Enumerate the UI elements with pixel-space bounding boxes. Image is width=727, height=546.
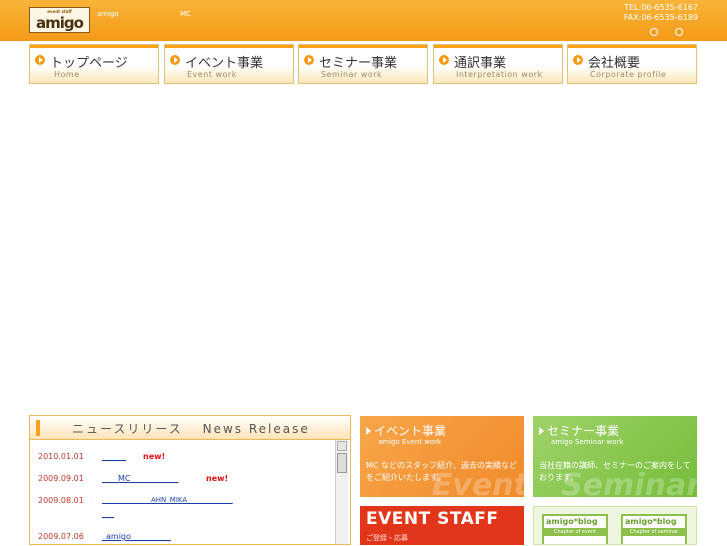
news-date: 2009.08.01 (38, 496, 84, 505)
event-work-banner[interactable]: Event イベント事業 amigo Event work MC などのスタッフ… (360, 416, 524, 497)
blog-card-subtitle: Chapter of seminar (623, 528, 685, 536)
news-date: 2009.07.06 (38, 532, 84, 541)
triangle-right-icon (366, 427, 371, 435)
nav-label-en: Corporate profile (590, 70, 667, 79)
nav-label-en: Home (54, 70, 80, 79)
blog-event-card[interactable]: amigo*blog Chapter of event (542, 514, 608, 544)
nav-topbar (30, 45, 158, 48)
event-staff-subtitle: ご登録・応募 (366, 534, 408, 542)
logo-text: amigo (36, 14, 84, 32)
banner-subtitle: amigo Event work (378, 438, 442, 446)
banner-subtitle: amigo Seminar work (551, 438, 624, 446)
circle-icon[interactable] (675, 28, 683, 36)
nav-corporate[interactable]: 会社概要 Corporate profile (567, 44, 697, 84)
news-title: ニュースリリース News Release (72, 422, 310, 436)
news-release-panel: ニュースリリース News Release 2010.01.01 ______ … (29, 415, 351, 545)
new-badge: new! (143, 452, 166, 461)
banner-description: 当社在籍の講師、セミナーのご案内をしております。 (539, 461, 691, 482)
nav-topbar (434, 45, 562, 48)
banner-description: MC などのスタッフ紹介、過去の実績などをご紹介いたします。 (366, 461, 518, 482)
news-list[interactable]: 2010.01.01 ______ new! 2009.09.01 ____MC… (30, 440, 335, 546)
arrow-right-icon (573, 55, 583, 65)
nav-seminar[interactable]: セミナー事業 Seminar work (298, 44, 428, 84)
news-date: 2010.01.01 (38, 452, 84, 461)
nav-label-jp: イベント事業 (185, 56, 264, 71)
fax-number: FAX:06-6535-6189 (623, 13, 698, 22)
nav-label-en: Event work (187, 70, 237, 79)
nav-topbar (165, 45, 293, 48)
news-link[interactable]: ______________AHN_MIKA_____________ (102, 496, 233, 504)
news-date: 2009.09.01 (38, 474, 84, 483)
nav-label-jp: 会社概要 (588, 56, 641, 71)
arrow-right-icon (170, 55, 180, 65)
triangle-right-icon (539, 427, 544, 435)
arrow-right-icon (439, 55, 449, 65)
scroll-up-icon[interactable] (337, 441, 347, 451)
blog-seminar-card[interactable]: amigo*blog Chapter of seminar (621, 514, 687, 544)
banner-title-row: イベント事業 (366, 422, 446, 439)
nav-home[interactable]: トップページ Home (29, 44, 159, 84)
blog-card-subtitle: Chapter of event (544, 528, 606, 536)
arrow-right-icon (35, 55, 45, 65)
news-header: ニュースリリース News Release (30, 416, 350, 440)
event-staff-banner[interactable]: EVENT STAFF ご登録・応募 (360, 506, 524, 545)
news-header-accent (36, 420, 40, 436)
banner-title-row: セミナー事業 (539, 422, 619, 439)
amigo-logo[interactable]: event staff amigo (29, 7, 90, 33)
arrow-right-icon (304, 55, 314, 65)
header-brand-text: amigo (97, 10, 119, 18)
news-link[interactable]: _amigo__________ (102, 532, 171, 541)
news-link-continued[interactable]: ___ (102, 509, 114, 518)
site-header: event staff amigo amigo MC TEL:06-6535-6… (0, 0, 727, 41)
nav-label-jp: トップページ (50, 56, 128, 71)
nav-label-en: Seminar work (321, 70, 383, 79)
nav-label-en: Interpretation work (456, 70, 543, 79)
circle-icon[interactable] (650, 28, 658, 36)
news-link[interactable]: ______ (102, 452, 126, 461)
scroll-thumb[interactable] (337, 453, 347, 473)
nav-topbar (299, 45, 427, 48)
contact-info: TEL:06-6535-6167 FAX:06-6535-6189 (624, 3, 698, 23)
news-scrollbar[interactable] (335, 440, 348, 544)
nav-event[interactable]: イベント事業 Event work (164, 44, 294, 84)
blog-banner: amigo*blog Chapter of event amigo*blog C… (533, 506, 697, 545)
banner-title: セミナー事業 (547, 424, 620, 438)
event-staff-title: EVENT STAFF (366, 509, 499, 529)
nav-label-jp: セミナー事業 (319, 56, 398, 71)
nav-interpretation[interactable]: 通訳事業 Interpretation work (433, 44, 563, 84)
header-mc-text: MC (180, 10, 191, 18)
nav-topbar (568, 45, 696, 48)
blog-card-title: amigo*blog (546, 517, 598, 526)
nav-label-jp: 通訳事業 (454, 56, 507, 71)
logo-tagline: event staff (47, 9, 72, 14)
new-badge: new! (206, 474, 229, 483)
tel-number: TEL:06-6535-6167 (624, 3, 698, 12)
banner-title: イベント事業 (374, 424, 447, 438)
news-link[interactable]: ____MC____________ (102, 474, 179, 483)
seminar-work-banner[interactable]: Seminar セミナー事業 amigo Seminar work 当社在籍の講… (533, 416, 697, 497)
blog-card-title: amigo*blog (625, 517, 677, 526)
